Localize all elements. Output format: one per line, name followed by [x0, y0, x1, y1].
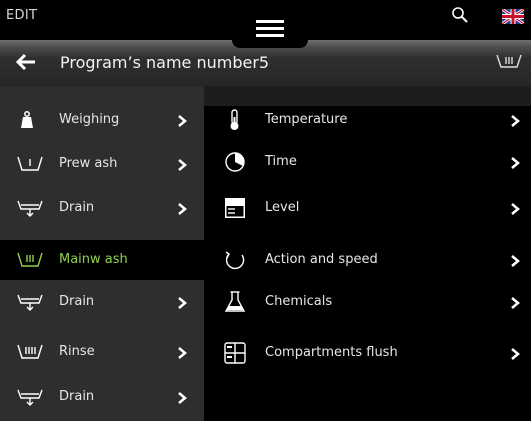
step-drain-2[interactable]: Drain	[0, 282, 204, 322]
chevron-right-icon	[177, 201, 187, 215]
step-label: Rinse	[59, 344, 95, 359]
setting-action-and-speed[interactable]: Action and speed	[204, 240, 531, 280]
rinse-icon	[17, 343, 43, 361]
chevron-right-icon	[177, 295, 187, 309]
drain-icon	[17, 388, 43, 406]
setting-compartments-flush[interactable]: Compartments flush	[204, 333, 531, 373]
setting-label: Action and speed	[265, 252, 378, 267]
step-label: Weighing	[59, 112, 120, 127]
setting-label: Chemicals	[265, 294, 333, 309]
compartments-icon	[224, 342, 246, 364]
page-title: Program’s name number5	[60, 53, 270, 72]
setting-chemicals[interactable]: Chemicals	[204, 282, 531, 322]
chevron-right-icon	[510, 201, 520, 215]
uk-flag-icon[interactable]	[501, 7, 525, 26]
level-icon	[224, 197, 246, 219]
step-label: Drain	[59, 294, 95, 309]
thermometer-icon	[224, 109, 246, 131]
drain-icon	[17, 199, 43, 217]
edit-button[interactable]: EDIT	[6, 8, 37, 23]
step-weighing[interactable]: Weighing	[0, 100, 204, 140]
step-label: Mainw ash	[59, 252, 128, 267]
main-wash-icon	[17, 251, 43, 269]
prewash-icon	[17, 155, 43, 173]
setting-level[interactable]: Level	[204, 188, 531, 228]
setting-label: Time	[265, 154, 297, 169]
step-label: Prew ash	[59, 156, 118, 171]
setting-time[interactable]: Time	[204, 142, 531, 182]
drain-icon	[17, 293, 43, 311]
back-arrow-icon[interactable]	[15, 52, 37, 72]
clock-icon	[224, 151, 246, 173]
step-label: Drain	[59, 389, 95, 404]
chevron-right-icon	[510, 346, 520, 360]
step-drain-1[interactable]: Drain	[0, 188, 204, 228]
chevron-right-icon	[510, 253, 520, 267]
chevron-right-icon	[177, 390, 187, 404]
setting-temperature[interactable]: Temperature	[204, 100, 531, 140]
step-rinse[interactable]: Rinse	[0, 332, 204, 372]
chevron-right-icon	[177, 113, 187, 127]
setting-label: Compartments flush	[265, 345, 398, 360]
step-label: Drain	[59, 200, 95, 215]
chevron-right-icon	[510, 155, 520, 169]
chevron-right-icon	[177, 345, 187, 359]
chevron-right-icon	[510, 113, 520, 127]
main-wash-icon	[495, 52, 523, 70]
search-icon[interactable]	[451, 6, 469, 24]
step-mainwash[interactable]: Mainw ash	[0, 240, 204, 280]
chevron-right-icon	[177, 157, 187, 171]
chevron-right-icon	[510, 295, 520, 309]
step-drain-3[interactable]: Drain	[0, 377, 204, 417]
setting-label: Level	[265, 200, 300, 215]
menu-tab-notch	[232, 40, 308, 48]
step-prewash[interactable]: Prew ash	[0, 144, 204, 184]
rotation-icon	[224, 249, 246, 271]
setting-label: Temperature	[265, 112, 348, 127]
flask-icon	[224, 291, 246, 313]
weight-icon	[17, 111, 43, 129]
hamburger-menu-icon[interactable]	[256, 20, 284, 38]
